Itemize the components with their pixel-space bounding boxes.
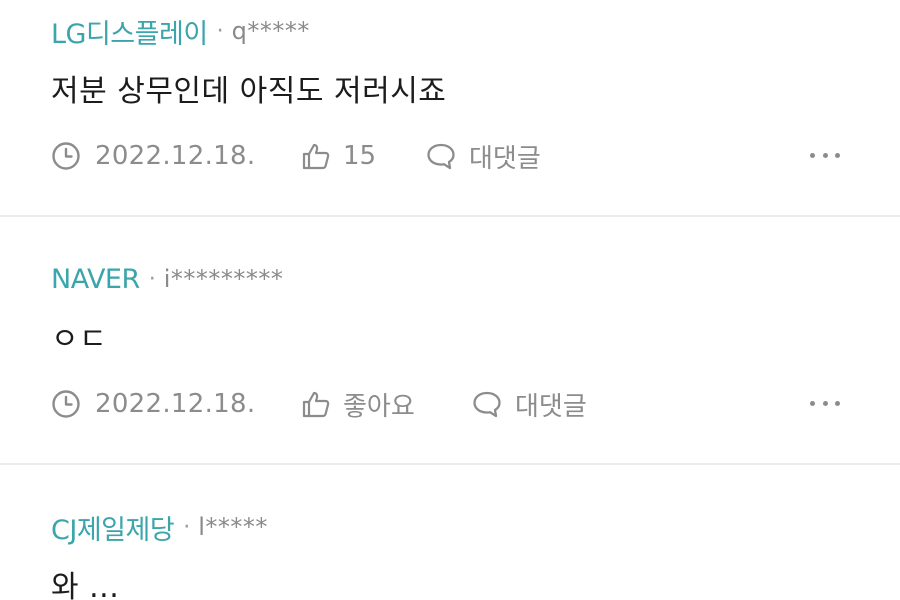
more-dots-icon <box>810 152 815 158</box>
comment-text: 저분 상무인데 아직도 저러시죠 <box>51 74 447 109</box>
more-dots-icon <box>835 400 840 406</box>
user-id: q***** <box>231 17 310 45</box>
like-button[interactable]: 좋아요 <box>301 386 471 423</box>
more-options-button[interactable] <box>810 143 840 167</box>
author-separator: · <box>183 514 191 540</box>
like-button[interactable]: 15 <box>301 141 425 171</box>
user-id: l***** <box>198 513 268 541</box>
comment-date: 2022.12.18. <box>51 389 301 419</box>
company-name[interactable]: NAVER <box>51 264 140 295</box>
comment-item: CJ제일제당 · l***** 와 ... <box>0 465 900 600</box>
more-dots-icon <box>810 400 815 406</box>
speech-bubble-icon <box>473 391 501 418</box>
reply-label: 대댓글 <box>515 391 587 422</box>
comment-item: NAVER · i********* ㅇㄷ 2022.12.18. 좋아요 대댓… <box>0 217 900 465</box>
reply-label: 대댓글 <box>469 143 541 174</box>
speech-bubble-icon <box>427 143 455 170</box>
user-id: i********* <box>163 265 284 293</box>
more-options-button[interactable] <box>810 391 840 415</box>
date-text: 2022.12.18. <box>95 389 256 419</box>
reply-button[interactable]: 대댓글 <box>471 386 587 423</box>
comment-author: CJ제일제당 · l***** <box>51 511 268 546</box>
like-count: 15 <box>343 141 377 171</box>
reply-button[interactable]: 대댓글 <box>425 138 541 175</box>
comment-author: NAVER · i********* <box>51 263 283 295</box>
author-separator: · <box>148 266 156 292</box>
comment-item: LG디스플레이 · q***** 저분 상무인데 아직도 저러시죠 2022.1… <box>0 0 900 217</box>
comment-text: 와 ... <box>51 570 120 600</box>
company-name[interactable]: LG디스플레이 <box>51 12 208 51</box>
comment-feed: LG디스플레이 · q***** 저분 상무인데 아직도 저러시죠 2022.1… <box>0 0 900 600</box>
thumbs-up-icon <box>302 143 330 170</box>
like-label: 좋아요 <box>343 391 415 422</box>
more-dots-icon <box>835 152 840 158</box>
comment-actions: 2022.12.18. 15 대댓글 <box>51 138 840 174</box>
comment-text: ㅇㄷ <box>51 322 108 357</box>
comment-date: 2022.12.18. <box>51 141 301 171</box>
company-name[interactable]: CJ제일제당 <box>51 508 175 547</box>
more-dots-icon <box>822 400 828 406</box>
author-separator: · <box>216 18 224 44</box>
more-dots-icon <box>822 152 828 158</box>
comment-author: LG디스플레이 · q***** <box>51 15 310 50</box>
date-text: 2022.12.18. <box>95 141 256 171</box>
comment-actions: 2022.12.18. 좋아요 대댓글 <box>51 386 840 422</box>
thumbs-up-icon <box>302 391 330 418</box>
clock-icon <box>52 142 80 170</box>
clock-icon <box>52 390 80 418</box>
